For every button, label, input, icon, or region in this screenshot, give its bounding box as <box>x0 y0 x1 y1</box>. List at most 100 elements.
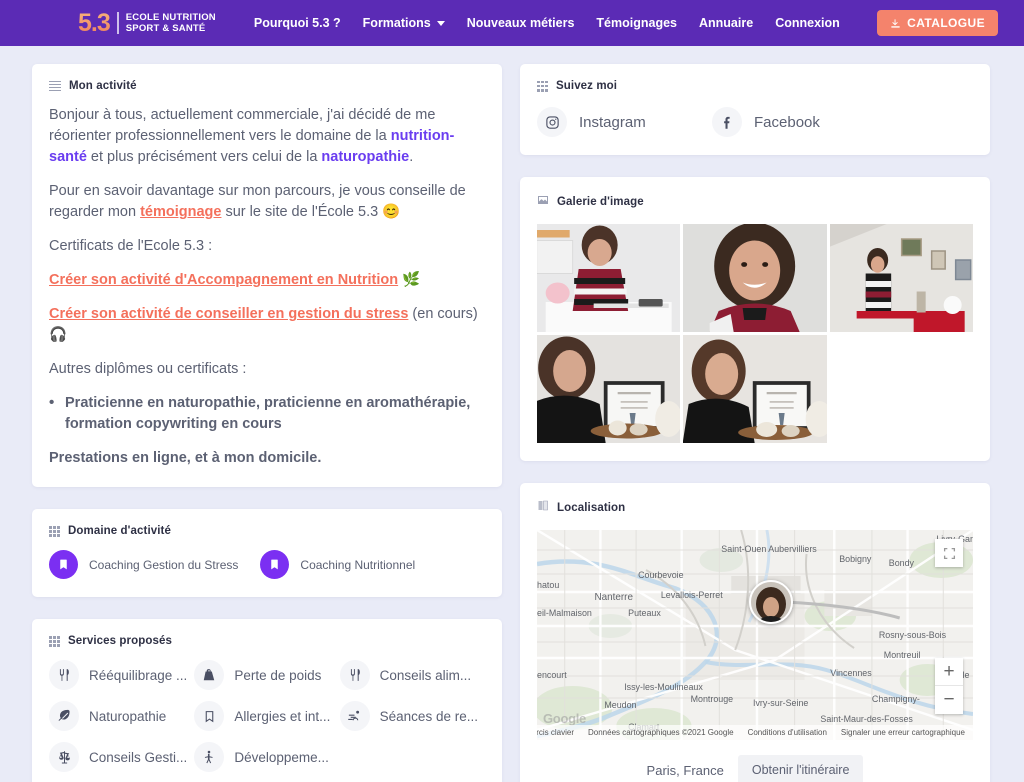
nav-item-connexion[interactable]: Connexion <box>775 16 840 30</box>
card-gallery-title: Galerie d'image <box>557 196 644 208</box>
card-domain: Domaine d'activité Coaching Gestion du S… <box>32 509 502 598</box>
leaf-emoji-icon: 🌿 <box>402 272 421 289</box>
service-item-label: Séances de re... <box>379 708 478 724</box>
domain-item-label: Coaching Gestion du Stress <box>89 557 239 572</box>
service-item-label: Rééquilibrage ... <box>89 667 188 683</box>
svg-text:Montreuil: Montreuil <box>884 650 921 660</box>
map-container[interactable]: Saint-Ouen Aubervilliers Bobigny Bondy L… <box>537 530 973 740</box>
map-report-error-link[interactable]: Signaler une erreur cartographique <box>841 728 965 737</box>
service-item-label: Perte de poids <box>234 667 322 683</box>
utensils-icon <box>49 660 79 691</box>
bookmark-icon <box>260 550 290 580</box>
image-icon <box>537 193 549 211</box>
map-zoom-in-button[interactable]: + <box>935 658 963 686</box>
logo-number: 5.3 <box>78 8 111 37</box>
svg-text:Issy-les-Moulineaux: Issy-les-Moulineaux <box>624 682 703 692</box>
gallery-image-4[interactable] <box>537 335 681 443</box>
smiley-emoji-icon: 😊 <box>382 204 401 221</box>
service-item-label: Naturopathie <box>89 708 167 724</box>
activity-certificate-2: Créer son activité de conseiller en gest… <box>49 304 485 346</box>
map-avatar-marker[interactable] <box>749 580 793 624</box>
grid-icon <box>537 80 548 92</box>
map-zoom-out-button[interactable]: − <box>935 686 963 714</box>
logo-line-1: ECOLE NUTRITION <box>125 11 216 23</box>
service-item-label: Conseils alim... <box>379 667 472 683</box>
service-item-conseils-alimentaires[interactable]: Conseils alim... <box>339 660 485 691</box>
service-item-naturopathie[interactable]: Naturopathie <box>49 701 194 732</box>
activity-highlight-naturopathie: naturopathie <box>321 149 410 166</box>
gallery-image-1[interactable] <box>537 224 681 332</box>
person-icon <box>194 742 225 773</box>
service-item-seances-relaxation[interactable]: Séances de re... <box>339 701 485 732</box>
nav-item-nouveaux-metiers[interactable]: Nouveaux métiers <box>467 16 575 30</box>
activity-p1-text-c: . <box>409 149 414 166</box>
gallery-grid <box>537 224 973 443</box>
domain-list: Coaching Gestion du Stress Coaching Nutr… <box>49 550 485 580</box>
map-fullscreen-button[interactable] <box>935 539 963 567</box>
gallery-image-2[interactable] <box>683 224 827 332</box>
logo-line-2: SPORT & SANTÉ <box>125 23 206 34</box>
map-keyboard-shortcuts-link[interactable]: Raccourcis clavier <box>537 728 574 737</box>
service-item-developpement[interactable]: Développeme... <box>194 742 339 773</box>
svg-text:Bondy: Bondy <box>889 558 915 568</box>
location-place-label: Paris, France <box>646 762 724 778</box>
map-book-icon <box>537 499 549 517</box>
service-item-allergies[interactable]: Allergies et int... <box>194 701 339 732</box>
card-location-title: Localisation <box>557 502 626 514</box>
social-link-facebook[interactable]: Facebook <box>712 107 887 137</box>
gallery-image-3[interactable] <box>829 224 973 332</box>
nav-item-temoignages[interactable]: Témoignages <box>596 16 677 30</box>
domain-item-coaching-stress[interactable]: Coaching Gestion du Stress <box>49 550 239 580</box>
card-activity-title: Mon activité <box>69 80 137 92</box>
catalogue-button[interactable]: CATALOGUE <box>877 10 998 36</box>
nav-links: Pourquoi 5.3 ? Formations Nouveaux métie… <box>254 16 840 30</box>
site-logo[interactable]: 5.3 ECOLE NUTRITION SPORT & SANTÉ <box>78 8 216 37</box>
get-directions-button[interactable]: Obtenir l'itinéraire <box>737 755 864 782</box>
download-icon <box>891 18 900 28</box>
card-activity: Mon activité Bonjour à tous, actuellemen… <box>32 64 502 488</box>
gallery-image-5[interactable] <box>683 335 827 443</box>
map-attribution-bar: Raccourcis clavier Données cartographiqu… <box>537 725 973 740</box>
service-item-conseils-gestion[interactable]: Conseils Gesti... <box>49 742 194 773</box>
chevron-down-icon <box>436 20 445 26</box>
top-navbar: 5.3 ECOLE NUTRITION SPORT & SANTÉ Pourqu… <box>0 0 1024 46</box>
certificate-1-link[interactable]: Créer son activité d'Accompagnement en N… <box>49 272 398 288</box>
temoignage-link[interactable]: témoignage <box>140 204 221 220</box>
social-link-instagram[interactable]: Instagram <box>537 107 712 137</box>
svg-text:Rosny-sous-Bois: Rosny-sous-Bois <box>879 630 947 640</box>
nav-item-formations[interactable]: Formations <box>363 16 445 30</box>
domain-item-coaching-nutritionnel[interactable]: Coaching Nutritionnel <box>260 550 415 580</box>
google-logo: Google <box>543 711 586 726</box>
catalogue-button-label: CATALOGUE <box>907 16 985 30</box>
certificate-2-link[interactable]: Créer son activité de conseiller en gest… <box>49 306 408 322</box>
nav-item-label: Annuaire <box>699 16 754 30</box>
svg-text:Champigny-: Champigny- <box>872 694 920 704</box>
nav-item-label: Formations <box>362 16 431 30</box>
activity-p1-text-a: Bonjour à tous, actuellement commerciale… <box>49 107 436 145</box>
card-gallery-header: Galerie d'image <box>537 193 973 211</box>
service-item-reequilibrage[interactable]: Rééquilibrage ... <box>49 660 194 691</box>
service-item-perte-de-poids[interactable]: Perte de poids <box>194 660 339 691</box>
social-list: Instagram Facebook <box>537 105 973 137</box>
svg-text:hatou: hatou <box>537 580 559 590</box>
svg-text:encourt: encourt <box>537 670 567 680</box>
nav-item-label: Nouveaux métiers <box>466 16 575 30</box>
svg-text:Saint-Ouen Aubervilliers: Saint-Ouen Aubervilliers <box>721 544 817 554</box>
social-link-label: Facebook <box>754 113 820 131</box>
grid-icon <box>49 635 60 647</box>
activity-p1-text-b: et plus précisément vers celui de la <box>86 149 322 166</box>
map-footer: Paris, France Obtenir l'itinéraire <box>537 740 973 782</box>
nav-item-annuaire[interactable]: Annuaire <box>699 16 753 30</box>
card-location-header: Localisation <box>537 499 973 517</box>
activity-bullet-item: Praticienne en naturopathie, praticienne… <box>49 392 485 435</box>
svg-text:Nanterre: Nanterre <box>594 592 633 603</box>
map-terms-link[interactable]: Conditions d'utilisation <box>748 728 827 737</box>
activity-body: Bonjour à tous, actuellement commerciale… <box>49 105 485 469</box>
nav-item-pourquoi[interactable]: Pourquoi 5.3 ? <box>254 16 341 30</box>
svg-text:Puteaux: Puteaux <box>628 608 661 618</box>
svg-text:Levallois-Perret: Levallois-Perret <box>661 590 723 600</box>
service-item-label: Conseils Gesti... <box>89 749 188 765</box>
fullscreen-icon <box>943 547 955 559</box>
map-zoom-controls: + − <box>935 658 963 714</box>
scales-icon <box>49 742 79 773</box>
